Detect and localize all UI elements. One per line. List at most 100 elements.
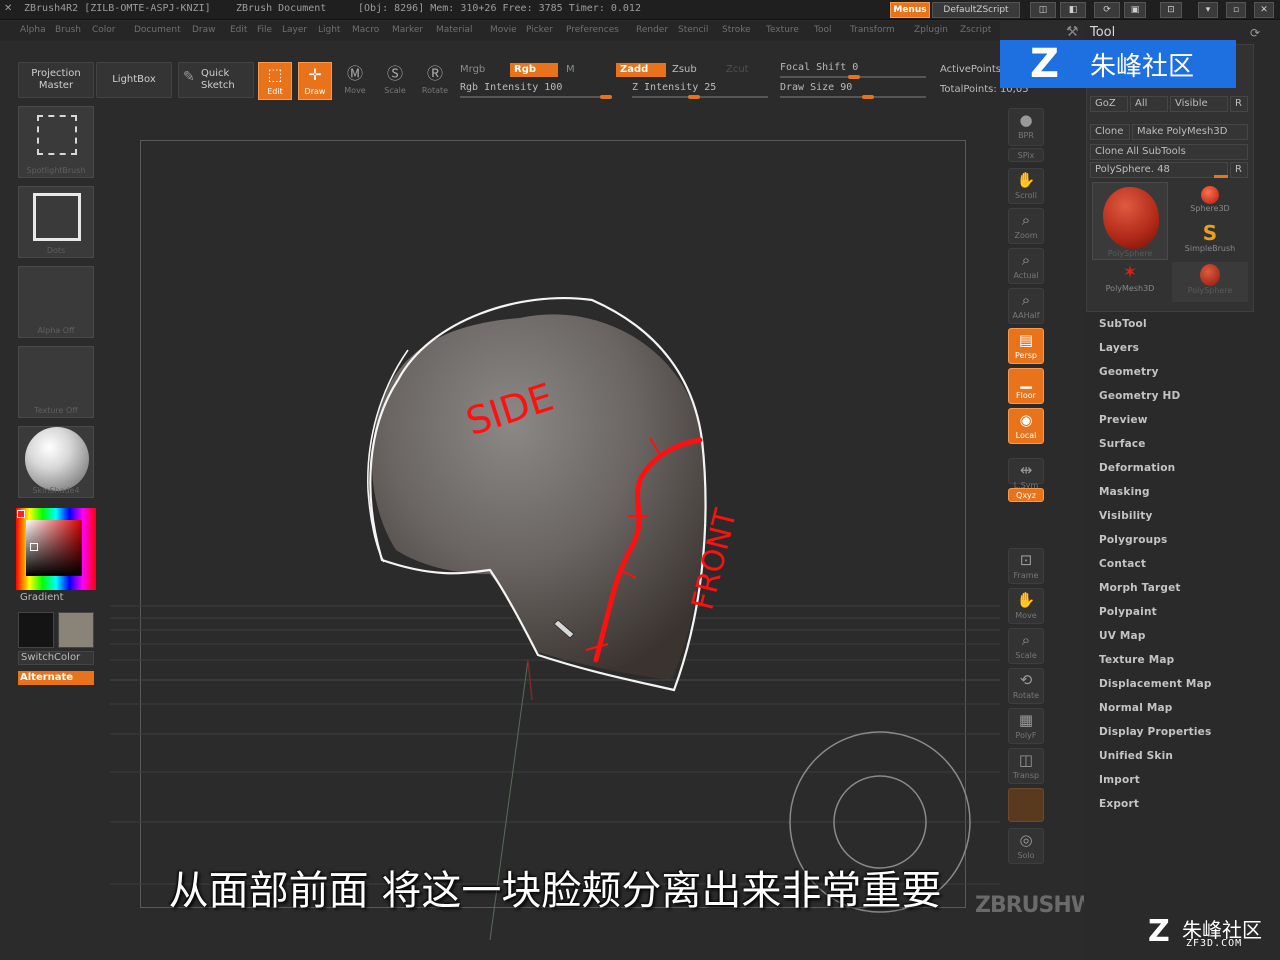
all-button[interactable]: All xyxy=(1130,96,1168,112)
frame-icon: ⊡ xyxy=(1019,551,1033,569)
actual-label: Actual xyxy=(1013,271,1039,280)
scroll-label: Scroll xyxy=(1015,191,1037,200)
zoom-label: Zoom xyxy=(1014,231,1038,240)
aahalf-icon: ⌕ xyxy=(1021,291,1031,309)
current-tool-label: PolySphere xyxy=(1107,249,1153,258)
polyf-label: PolyF xyxy=(1015,731,1037,740)
polysphere-head-icon xyxy=(1103,187,1159,249)
zf3d-watermark-bottom: Z 朱峰社区 ZF3D.COM xyxy=(1146,914,1276,954)
video-subtitle: 从面部前面 将这一块脸颊分离出来非常重要 xyxy=(168,868,942,914)
persp-icon: ▤ xyxy=(1018,331,1034,349)
tool-menu-unified-skin[interactable]: Unified Skin xyxy=(1099,750,1173,762)
polymesh3d-thumbnail[interactable]: ✶ PolyMesh3D xyxy=(1092,262,1168,302)
transp-icon: ◫ xyxy=(1018,751,1034,769)
bpr-icon: ● xyxy=(1019,111,1033,129)
bpr-label: BPR xyxy=(1018,131,1034,140)
r-button[interactable]: R xyxy=(1230,96,1248,112)
zf-logo-icon: Z xyxy=(1030,41,1060,87)
current-tool-thumbnail[interactable]: PolySphere xyxy=(1092,182,1168,260)
toolbar-rotate-button[interactable]: ⟲ Rotate xyxy=(1008,668,1044,704)
scroll-icon: ✋ xyxy=(1016,171,1036,189)
persp-label: Persp xyxy=(1015,351,1037,360)
toolbar-polyf-button[interactable]: ▦ PolyF xyxy=(1008,708,1044,744)
tool-menu-subtool[interactable]: SubTool xyxy=(1099,318,1147,330)
zf3d-watermark-url: ZF3D.COM xyxy=(1186,938,1243,949)
toolbar-extra-button[interactable] xyxy=(1008,788,1044,822)
lsym-icon: ⇹ xyxy=(1019,461,1033,479)
toolbar-lsym-button[interactable]: ⇹ L.Sym xyxy=(1008,458,1044,490)
head-mesh[interactable] xyxy=(371,314,706,680)
transp-label: Transp xyxy=(1012,771,1040,780)
tool-menu-preview[interactable]: Preview xyxy=(1099,414,1148,426)
toolbar-scale-button[interactable]: ⌕ Scale xyxy=(1008,628,1044,664)
tool-menu-layers[interactable]: Layers xyxy=(1099,342,1139,354)
tool-icon: ⚒ xyxy=(1066,24,1079,40)
local-icon: ◉ xyxy=(1019,411,1033,429)
r-button-2[interactable]: R xyxy=(1230,162,1248,178)
toolbar-transp-button[interactable]: ◫ Transp xyxy=(1008,748,1044,784)
solo-label: Solo xyxy=(1017,851,1035,860)
polymesh3d-star-icon: ✶ xyxy=(1122,262,1138,283)
polymesh3d-label: PolyMesh3D xyxy=(1105,284,1155,293)
zoom-icon: ⌕ xyxy=(1021,211,1031,229)
tool-menu-export[interactable]: Export xyxy=(1099,798,1139,810)
sphere3d-thumbnail[interactable]: Sphere3D xyxy=(1172,182,1248,222)
tool-menu-texture-map[interactable]: Texture Map xyxy=(1099,654,1174,666)
polysphere-slider[interactable]: PolySphere. 48 xyxy=(1090,162,1228,178)
actual-icon: ⌕ xyxy=(1021,251,1031,269)
toolbar-aahalf-button[interactable]: ⌕ AAHalf xyxy=(1008,288,1044,324)
toolbar-frame-button[interactable]: ⊡ Frame xyxy=(1008,548,1044,584)
goz-button[interactable]: GoZ xyxy=(1090,96,1128,112)
zf3d-watermark-top-text: 朱峰社区 xyxy=(1090,52,1195,82)
toolbar-scroll-button[interactable]: ✋ Scroll xyxy=(1008,168,1044,204)
rotate-icon: ⟲ xyxy=(1019,671,1033,689)
tool-menu-masking[interactable]: Masking xyxy=(1099,486,1150,498)
toolbar-bpr-button[interactable]: ● BPR xyxy=(1008,108,1044,146)
toolbar-persp-button[interactable]: ▤ Persp xyxy=(1008,328,1044,364)
qxyz-label: Qxyz xyxy=(1016,491,1036,500)
tool-menu-geometry-hd[interactable]: Geometry HD xyxy=(1099,390,1180,402)
solo-icon: ◎ xyxy=(1019,831,1033,849)
toolbar-solo-button[interactable]: ◎ Solo xyxy=(1008,828,1044,864)
make-polymesh-button[interactable]: Make PolyMesh3D xyxy=(1132,124,1248,140)
tool-menu-morph-target[interactable]: Morph Target xyxy=(1099,582,1181,594)
zf-logo-bottom-icon: Z xyxy=(1148,914,1170,949)
visible-button[interactable]: Visible xyxy=(1170,96,1228,112)
tool-menu-display-properties[interactable]: Display Properties xyxy=(1099,726,1211,738)
tool-menu-displacement-map[interactable]: Displacement Map xyxy=(1099,678,1212,690)
clone-button[interactable]: Clone xyxy=(1090,124,1130,140)
clone-all-subtools-button[interactable]: Clone All SubTools xyxy=(1090,144,1248,160)
zf3d-watermark-top: Z 朱峰社区 xyxy=(1000,40,1236,88)
toolbar-move-button[interactable]: ✋ Move xyxy=(1008,588,1044,624)
simplebrush-thumbnail[interactable]: S SimpleBrush xyxy=(1172,222,1248,262)
toolbar-zoom-button[interactable]: ⌕ Zoom xyxy=(1008,208,1044,244)
refresh-panel-icon[interactable]: ⟳ xyxy=(1250,26,1260,40)
tool-panel-title[interactable]: Tool xyxy=(1090,25,1115,40)
tool-menu-uv-map[interactable]: UV Map xyxy=(1099,630,1146,642)
polysphere-thumbnail[interactable]: PolySphere xyxy=(1172,262,1248,302)
toolbar-local-button[interactable]: ◉ Local xyxy=(1008,408,1044,444)
simplebrush-label: SimpleBrush xyxy=(1184,244,1236,253)
tool-menu-import[interactable]: Import xyxy=(1099,774,1140,786)
spix-label: SPix xyxy=(1017,151,1035,160)
toolbar-floor-button[interactable]: ▁ Floor xyxy=(1008,368,1044,404)
move-label: Move xyxy=(1015,611,1037,620)
polysphere-label: PolySphere xyxy=(1187,286,1233,295)
aahalf-label: AAHalf xyxy=(1012,311,1040,320)
rotate-label: Rotate xyxy=(1012,691,1040,700)
tool-menu-visibility[interactable]: Visibility xyxy=(1099,510,1153,522)
toolbar-actual-button[interactable]: ⌕ Actual xyxy=(1008,248,1044,284)
toolbar-qxyz-button[interactable]: Qxyz xyxy=(1008,488,1044,502)
tool-menu-normal-map[interactable]: Normal Map xyxy=(1099,702,1173,714)
tool-menu-deformation[interactable]: Deformation xyxy=(1099,462,1175,474)
toolbar-spix-button[interactable]: SPix xyxy=(1008,148,1044,162)
move-icon: ✋ xyxy=(1016,591,1036,609)
tool-menu-polygroups[interactable]: Polygroups xyxy=(1099,534,1168,546)
polyf-icon: ▦ xyxy=(1018,711,1034,729)
polysphere-slider-handle[interactable] xyxy=(1214,175,1228,178)
tool-menu-geometry[interactable]: Geometry xyxy=(1099,366,1159,378)
tool-menu-polypaint[interactable]: Polypaint xyxy=(1099,606,1157,618)
tool-menu-contact[interactable]: Contact xyxy=(1099,558,1146,570)
scale-label: Scale xyxy=(1015,651,1037,660)
tool-menu-surface[interactable]: Surface xyxy=(1099,438,1146,450)
